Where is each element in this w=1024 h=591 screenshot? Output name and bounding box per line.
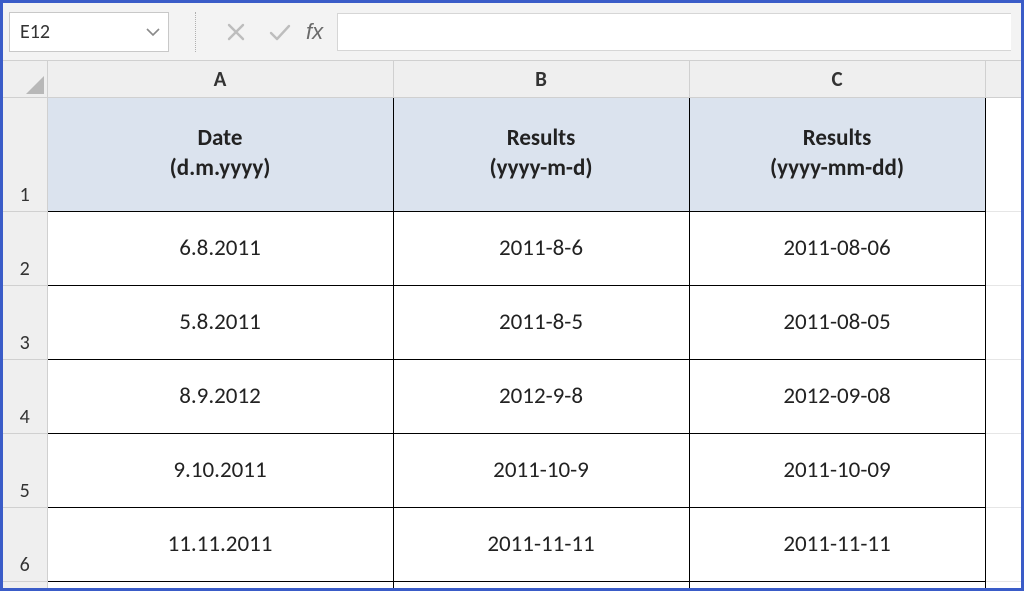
cell-D3[interactable] bbox=[985, 285, 1023, 359]
cell-A4[interactable]: 8.9.2012 bbox=[47, 359, 393, 433]
cell-B6[interactable]: 2011-11-11 bbox=[393, 507, 689, 581]
spreadsheet-grid[interactable]: A B C 1 Date (d.m.yyyy) Results (yyyy-m-… bbox=[3, 61, 1024, 591]
row-3: 3 5.8.2011 2011-8-5 2011-08-05 bbox=[3, 285, 1023, 359]
cell-C1[interactable]: Results (yyyy-mm-dd) bbox=[689, 97, 985, 211]
insert-function-button[interactable]: fx bbox=[302, 12, 337, 52]
cell-D1[interactable] bbox=[985, 97, 1023, 211]
cell-B1[interactable]: Results (yyyy-m-d) bbox=[393, 97, 689, 211]
row-4: 4 8.9.2012 2012-9-8 2012-09-08 bbox=[3, 359, 1023, 433]
formula-bar: E12 fx bbox=[3, 3, 1021, 61]
row-header-6[interactable]: 6 bbox=[3, 507, 47, 581]
excel-window: E12 fx A bbox=[0, 0, 1024, 591]
column-header-A[interactable]: A bbox=[47, 61, 393, 97]
cell-D7[interactable] bbox=[985, 581, 1023, 591]
column-header-D[interactable] bbox=[985, 61, 1023, 97]
fx-icon: fx bbox=[306, 19, 323, 45]
cell-C6[interactable]: 2011-11-11 bbox=[689, 507, 985, 581]
dropdown-icon bbox=[146, 27, 160, 37]
row-header-4[interactable]: 4 bbox=[3, 359, 47, 433]
cell-B4[interactable]: 2012-9-8 bbox=[393, 359, 689, 433]
row-header-1[interactable]: 1 bbox=[3, 97, 47, 211]
cell-C7[interactable] bbox=[689, 581, 985, 591]
formula-input[interactable] bbox=[337, 13, 1011, 51]
row-2: 2 6.8.2011 2011-8-6 2011-08-06 bbox=[3, 211, 1023, 285]
cell-C3[interactable]: 2011-08-05 bbox=[689, 285, 985, 359]
cell-A1[interactable]: Date (d.m.yyyy) bbox=[47, 97, 393, 211]
cell-B7[interactable] bbox=[393, 581, 689, 591]
cell-A3[interactable]: 5.8.2011 bbox=[47, 285, 393, 359]
row-5: 5 9.10.2011 2011-10-9 2011-10-09 bbox=[3, 433, 1023, 507]
row-7-partial bbox=[3, 581, 1023, 591]
cell-D5[interactable] bbox=[985, 433, 1023, 507]
cell-A2[interactable]: 6.8.2011 bbox=[47, 211, 393, 285]
cell-C5[interactable]: 2011-10-09 bbox=[689, 433, 985, 507]
enter-button[interactable] bbox=[258, 12, 302, 52]
column-header-row: A B C bbox=[3, 61, 1023, 97]
name-box-value: E12 bbox=[20, 20, 50, 44]
cell-C4[interactable]: 2012-09-08 bbox=[689, 359, 985, 433]
divider bbox=[195, 12, 196, 52]
grid-area: A B C 1 Date (d.m.yyyy) Results (yyyy-m-… bbox=[3, 61, 1021, 588]
column-header-B[interactable]: B bbox=[393, 61, 689, 97]
row-header-5[interactable]: 5 bbox=[3, 433, 47, 507]
column-header-C[interactable]: C bbox=[689, 61, 985, 97]
row-1: 1 Date (d.m.yyyy) Results (yyyy-m-d) Res… bbox=[3, 97, 1023, 211]
cell-A5[interactable]: 9.10.2011 bbox=[47, 433, 393, 507]
row-header-7[interactable] bbox=[3, 581, 47, 591]
cell-D4[interactable] bbox=[985, 359, 1023, 433]
row-6: 6 11.11.2011 2011-11-11 2011-11-11 bbox=[3, 507, 1023, 581]
name-box[interactable]: E12 bbox=[9, 12, 169, 52]
cell-A6[interactable]: 11.11.2011 bbox=[47, 507, 393, 581]
cancel-icon bbox=[226, 22, 246, 42]
cell-A7[interactable] bbox=[47, 581, 393, 591]
row-header-3[interactable]: 3 bbox=[3, 285, 47, 359]
check-icon bbox=[268, 22, 292, 42]
row-header-2[interactable]: 2 bbox=[3, 211, 47, 285]
cell-D2[interactable] bbox=[985, 211, 1023, 285]
cell-C2[interactable]: 2011-08-06 bbox=[689, 211, 985, 285]
cell-D6[interactable] bbox=[985, 507, 1023, 581]
cell-B3[interactable]: 2011-8-5 bbox=[393, 285, 689, 359]
select-all-button[interactable] bbox=[3, 61, 47, 97]
cell-B2[interactable]: 2011-8-6 bbox=[393, 211, 689, 285]
cancel-button[interactable] bbox=[214, 12, 258, 52]
cell-B5[interactable]: 2011-10-9 bbox=[393, 433, 689, 507]
